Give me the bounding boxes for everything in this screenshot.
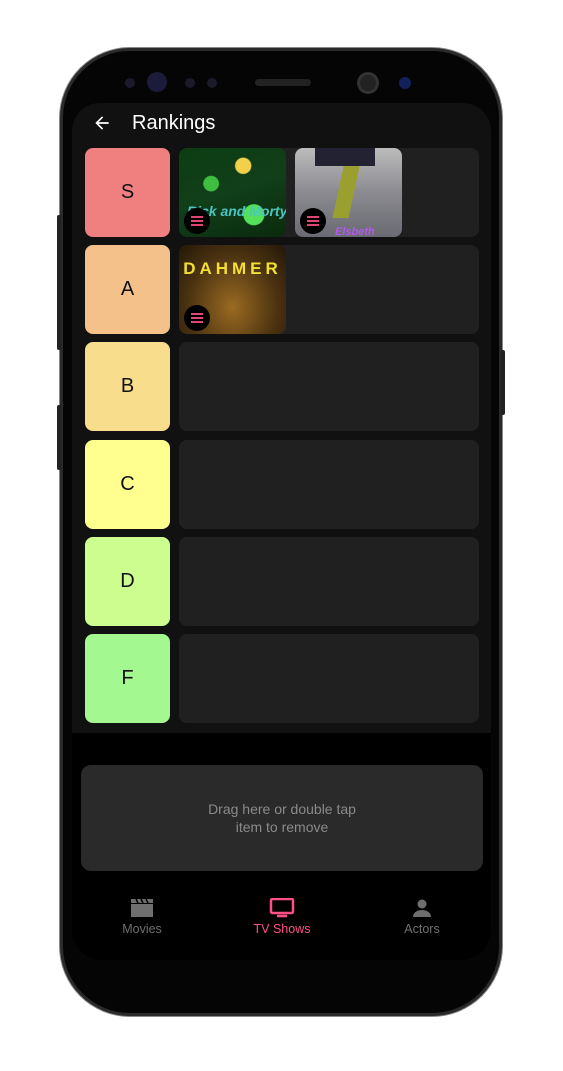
nav-label: Actors (404, 922, 440, 936)
tier-slot[interactable] (179, 537, 479, 626)
tier-row-s: S Rick and Morty Elsbeth (85, 148, 479, 237)
speaker-grille (255, 79, 311, 86)
side-button (57, 215, 61, 350)
tier-label[interactable]: S (85, 148, 170, 237)
poster-logo: Elsbeth (335, 226, 375, 237)
nav-label: TV Shows (253, 922, 311, 936)
nav-actors[interactable]: Actors (352, 898, 491, 936)
tier-slot[interactable]: Rick and Morty Elsbeth (179, 148, 479, 237)
drag-handle-icon[interactable] (184, 208, 210, 234)
sensor (185, 78, 195, 88)
tier-slot[interactable] (179, 342, 479, 431)
remove-dropzone[interactable]: Drag here or double tap item to remove (81, 765, 483, 871)
tier-label[interactable]: F (85, 634, 170, 723)
nav-label: Movies (122, 922, 162, 936)
app-header: Rankings (72, 103, 491, 143)
tier-label[interactable]: A (85, 245, 170, 334)
tier-row-b: B (85, 342, 479, 431)
dropzone-text: Drag here or double tap (208, 801, 356, 817)
tv-icon (269, 898, 295, 918)
nav-movies[interactable]: Movies (72, 898, 212, 936)
tier-row-c: C (85, 440, 479, 529)
sensor (399, 77, 411, 89)
sensor (125, 78, 135, 88)
poster-title: DAHMER (183, 259, 282, 278)
poster-elsbeth[interactable]: Elsbeth (295, 148, 402, 237)
dropzone-text: item to remove (235, 819, 329, 835)
drag-handle-icon[interactable] (300, 208, 326, 234)
tier-row-a: A DAHMER (85, 245, 479, 334)
page-title: Rankings (132, 111, 216, 134)
poster-rick-and-morty[interactable]: Rick and Morty (179, 148, 286, 237)
nav-tv-shows[interactable]: TV Shows (212, 898, 352, 936)
side-button (57, 405, 61, 470)
tier-list: S Rick and Morty Elsbeth A DAHMER B C D … (72, 143, 491, 733)
back-arrow-icon[interactable] (92, 113, 112, 133)
drag-handle-icon[interactable] (184, 305, 210, 331)
tier-label[interactable]: B (85, 342, 170, 431)
person-icon (413, 899, 431, 917)
poster-dahmer[interactable]: DAHMER (179, 245, 286, 334)
tier-row-f: F (85, 634, 479, 723)
iris-scanner (357, 72, 379, 94)
app-screen: Rankings S Rick and Morty Elsbeth A DAHM… (72, 103, 491, 960)
tier-label[interactable]: D (85, 537, 170, 626)
tier-label[interactable]: C (85, 440, 170, 529)
power-button (501, 350, 505, 415)
front-camera (147, 72, 167, 92)
tier-slot[interactable]: DAHMER (179, 245, 479, 334)
clapperboard-icon (131, 898, 153, 917)
sensor (207, 78, 217, 88)
tier-row-d: D (85, 537, 479, 626)
tier-slot[interactable] (179, 634, 479, 723)
tier-slot[interactable] (179, 440, 479, 529)
